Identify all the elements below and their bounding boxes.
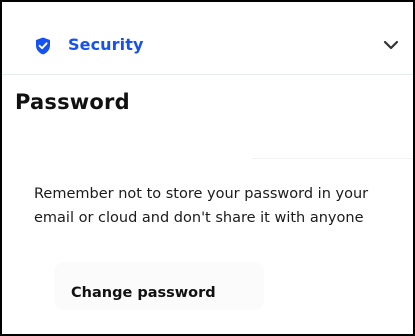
security-panel: Security Password Remember not to store … xyxy=(0,0,415,336)
page-title: Password xyxy=(15,90,130,114)
security-section-label: Security xyxy=(68,35,144,54)
change-password-button[interactable]: Change password xyxy=(54,276,244,310)
password-description: Remember not to store your password in y… xyxy=(34,186,369,226)
shield-check-icon xyxy=(36,37,50,55)
divider xyxy=(252,158,413,159)
security-section-header[interactable]: Security xyxy=(2,2,413,75)
chevron-down-icon[interactable] xyxy=(383,39,399,51)
